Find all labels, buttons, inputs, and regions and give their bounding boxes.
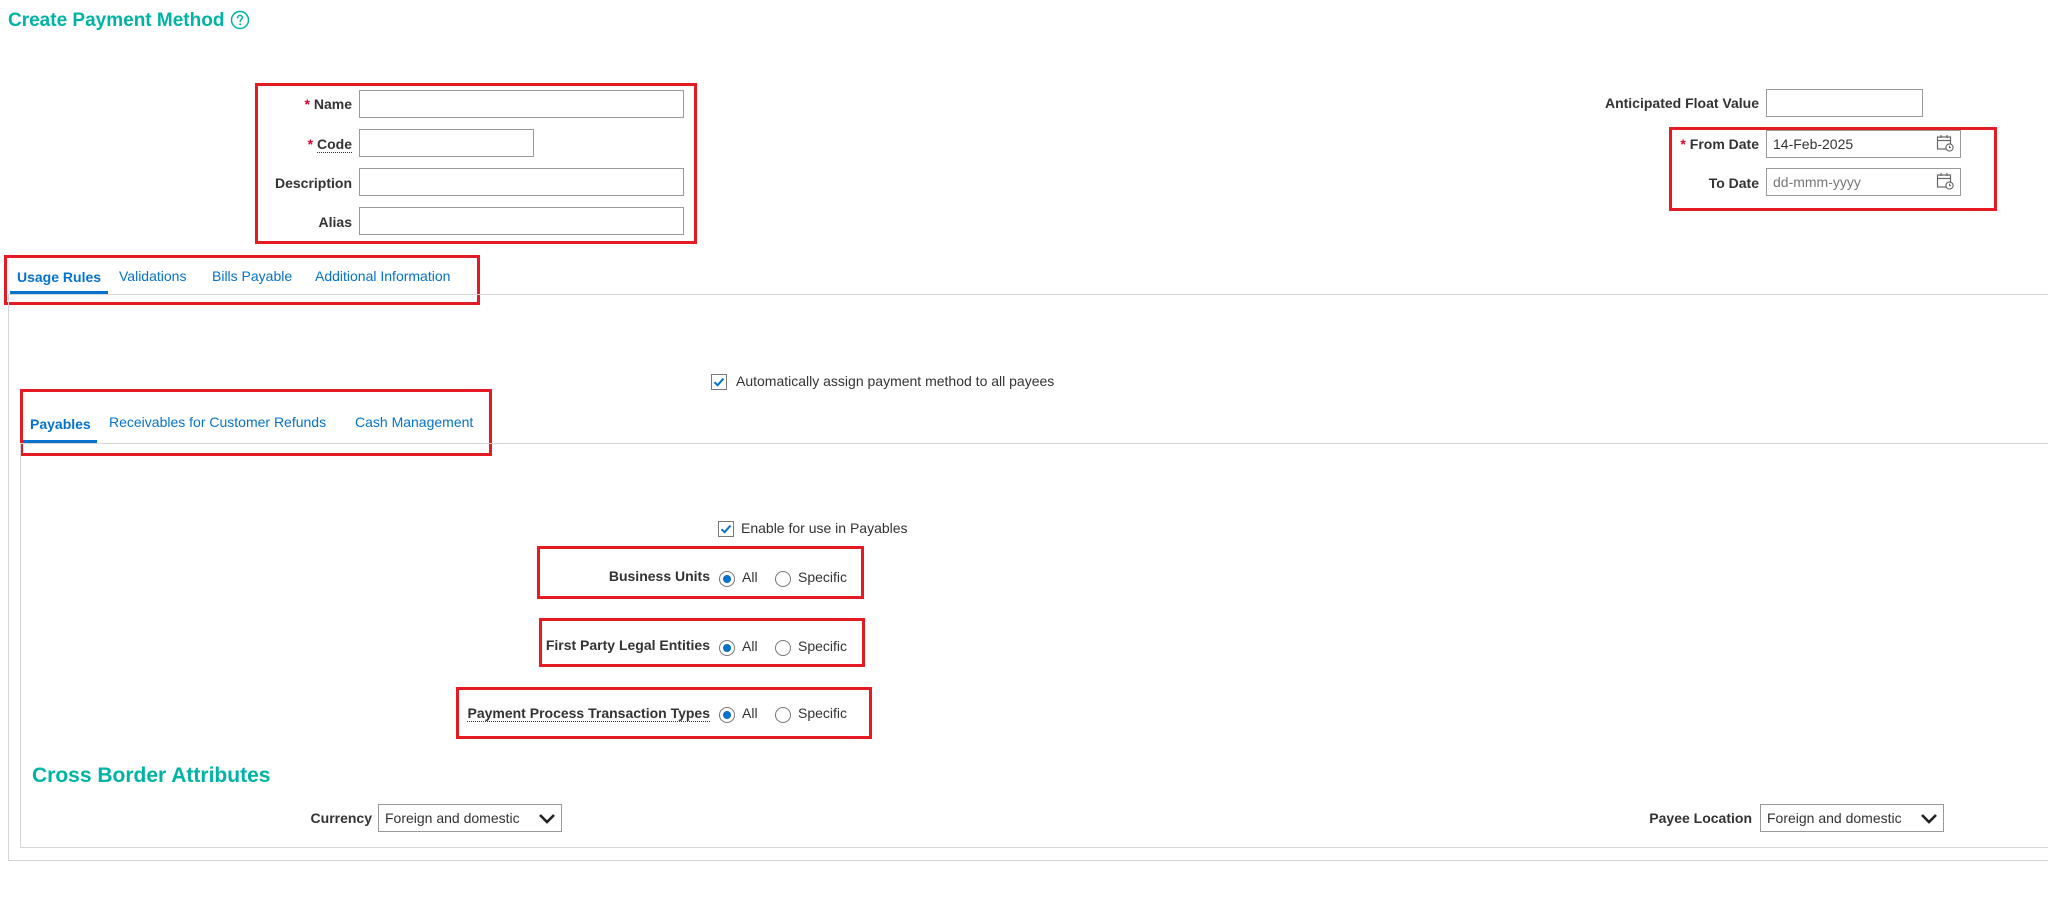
- chevron-down-icon: [1921, 814, 1937, 824]
- check-icon: [720, 524, 732, 534]
- chevron-down-icon: [539, 814, 555, 824]
- inner-panel-left-border: [20, 443, 21, 847]
- transaction-types-highlight: [456, 687, 872, 739]
- panel-bottom-border: [8, 860, 2048, 861]
- check-icon: [713, 377, 725, 387]
- enable-payables-label: Enable for use in Payables: [741, 520, 908, 536]
- legal-entities-highlight: [539, 618, 865, 667]
- anticipated-float-value-input[interactable]: [1766, 89, 1923, 117]
- payee-location-label: Payee Location: [1649, 810, 1752, 826]
- payee-location-select[interactable]: Foreign and domestic: [1760, 804, 1944, 832]
- inner-panel-bottom-border: [20, 847, 2048, 848]
- enable-payables-checkbox[interactable]: [718, 521, 734, 537]
- payee-location-value: Foreign and domestic: [1767, 810, 1902, 826]
- business-units-highlight: [537, 546, 864, 599]
- currency-value: Foreign and domestic: [385, 810, 520, 826]
- help-icon[interactable]: [230, 10, 250, 30]
- tab-bar-divider: [8, 294, 2048, 295]
- currency-label: Currency: [310, 810, 372, 826]
- cross-border-attributes-title: Cross Border Attributes: [32, 764, 271, 787]
- sub-tab-bar-divider: [20, 443, 2048, 444]
- anticipated-float-value-label: Anticipated Float Value: [1604, 95, 1759, 111]
- currency-select[interactable]: Foreign and domestic: [378, 804, 562, 832]
- page-title: Create Payment Method: [8, 10, 225, 31]
- panel-left-border: [8, 294, 9, 860]
- sub-tabs-highlight: [20, 389, 492, 456]
- date-fields-highlight: [1669, 127, 1997, 211]
- auto-assign-label: Automatically assign payment method to a…: [736, 373, 1055, 389]
- header-fields-highlight: [255, 83, 697, 244]
- auto-assign-checkbox[interactable]: [711, 374, 727, 390]
- main-tabs-highlight: [4, 255, 480, 305]
